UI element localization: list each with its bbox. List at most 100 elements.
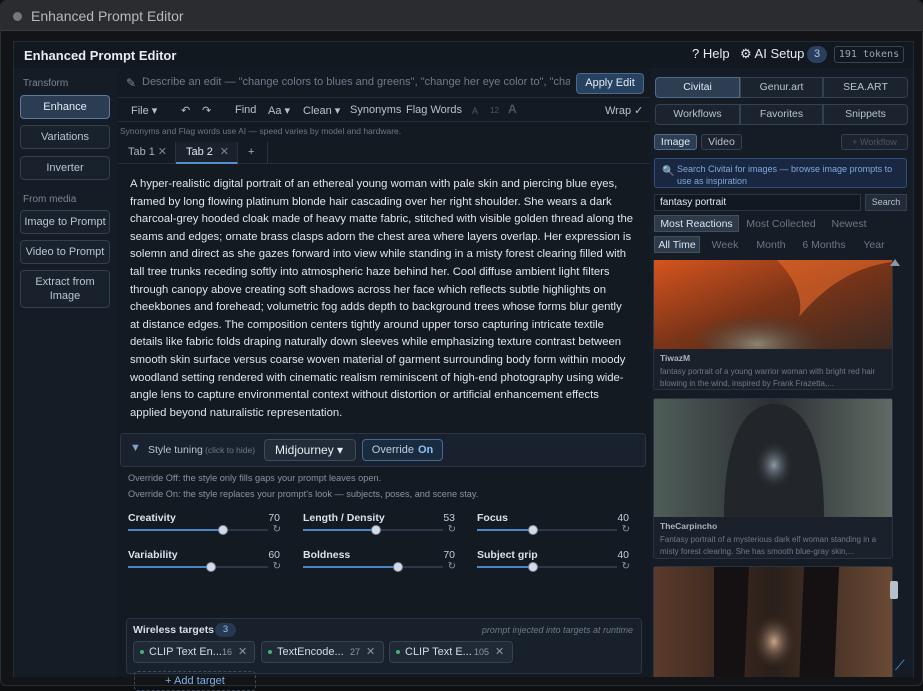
period-week[interactable]: Week — [705, 236, 745, 253]
slider-value: 40 — [617, 549, 629, 561]
period-year[interactable]: Year — [855, 236, 893, 253]
image-card[interactable] — [653, 566, 893, 677]
enhance-button[interactable]: Enhance — [20, 95, 110, 119]
extract-from-image-button[interactable]: Extract from Image — [20, 270, 110, 308]
portrait-thumbnail[interactable] — [654, 399, 892, 517]
override-toggle[interactable]: Override On — [362, 439, 443, 461]
search-hint-banner: 🔍 Search Civitai for images — browse ima… — [654, 158, 907, 188]
slider-length-density[interactable]: Length / Density 53 ↻ — [303, 512, 465, 550]
slider-track[interactable] — [477, 562, 617, 572]
portrait-thumbnail[interactable] — [654, 260, 892, 349]
reset-icon[interactable]: ↻ — [273, 524, 281, 535]
source-tab-genur[interactable]: Genur.art — [740, 77, 823, 98]
add-target-button[interactable]: + Add target — [134, 671, 256, 691]
video-to-prompt-button[interactable]: Video to Prompt — [20, 240, 110, 264]
card-author[interactable]: TiwazM — [660, 353, 690, 363]
scroll-up-icon[interactable] — [890, 259, 900, 266]
reset-icon[interactable]: ↻ — [273, 561, 281, 572]
close-icon[interactable]: ✕ — [495, 642, 504, 662]
edit-command-input[interactable]: Describe an edit — "change colors to blu… — [142, 76, 570, 90]
slider-knob[interactable] — [528, 525, 538, 535]
slider-track[interactable] — [303, 525, 443, 535]
slider-fill — [128, 529, 224, 531]
reset-icon[interactable]: ↻ — [448, 561, 456, 572]
redo-icon[interactable]: ↷ — [202, 104, 211, 117]
reset-icon[interactable]: ↻ — [622, 524, 630, 535]
search-button[interactable]: Search — [865, 194, 907, 211]
view-tab-workflows[interactable]: Workflows — [655, 104, 740, 125]
file-menu[interactable]: File ▾ — [131, 104, 157, 117]
font-menu[interactable]: Aa ▾ — [268, 104, 290, 117]
slider-knob[interactable] — [393, 562, 404, 572]
apply-edit-button[interactable]: Apply Edit — [576, 73, 644, 94]
image-to-prompt-button[interactable]: Image to Prompt — [20, 210, 110, 234]
token-counter: 191 tokens — [834, 46, 904, 63]
slider-knob[interactable] — [528, 562, 538, 572]
help-button[interactable]: ? Help — [692, 46, 730, 61]
close-icon[interactable]: ✕ — [158, 142, 167, 163]
style-select[interactable]: Midjourney ▾ — [264, 439, 356, 461]
slider-knob[interactable] — [218, 525, 229, 535]
view-tab-snippets[interactable]: Snippets — [823, 104, 908, 125]
slider-knob[interactable] — [370, 525, 381, 535]
font-larger-button[interactable]: A — [508, 102, 517, 116]
font-smaller-button[interactable]: A — [472, 106, 478, 116]
slider-knob[interactable] — [205, 562, 216, 572]
portrait-thumbnail[interactable] — [654, 567, 892, 677]
clean-menu[interactable]: Clean ▾ — [303, 104, 340, 117]
inverter-button[interactable]: Inverter — [20, 156, 110, 180]
media-tab-video[interactable]: Video — [701, 134, 742, 150]
flag-words-button[interactable]: Flag Words — [406, 104, 462, 116]
image-card[interactable]: TheCarpincho Fantasy portrait of a myste… — [653, 398, 893, 559]
slider-variability[interactable]: Variability 60 ↻ — [128, 549, 290, 587]
search-input[interactable]: fantasy portrait — [654, 194, 861, 211]
source-tab-seaart[interactable]: SEA.ART — [823, 77, 908, 98]
undo-icon[interactable]: ↶ — [181, 104, 190, 117]
slider-focus[interactable]: Focus 40 ↻ — [477, 512, 639, 550]
find-button[interactable]: Find — [235, 104, 256, 116]
media-tab-image[interactable]: Image — [654, 134, 697, 150]
slider-subject-grip[interactable]: Subject grip 40 ↻ — [477, 549, 639, 587]
add-tab-button[interactable]: + — [238, 142, 268, 164]
prompt-text-area[interactable]: A hyper-realistic digital portrait of an… — [130, 176, 634, 422]
sort-newest[interactable]: Newest — [823, 215, 875, 232]
view-tab-favorites[interactable]: Favorites — [740, 104, 823, 125]
target-chip[interactable]: CLIP Text E... 105 ✕ — [389, 641, 513, 663]
period-all-time[interactable]: All Time — [654, 236, 700, 253]
tab-1[interactable]: Tab 1 ✕ — [118, 142, 176, 164]
card-author[interactable]: TheCarpincho — [660, 521, 717, 531]
add-workflow-button[interactable]: + Workflow — [841, 134, 908, 150]
slider-track[interactable] — [477, 525, 617, 535]
sort-most-collected[interactable]: Most Collected — [743, 215, 819, 232]
slider-track[interactable] — [128, 562, 268, 572]
close-icon[interactable]: ✕ — [366, 642, 375, 662]
feed-scrollbar[interactable] — [889, 259, 900, 659]
collapse-triangle-icon[interactable]: ▼ — [130, 442, 141, 454]
wrap-toggle[interactable]: Wrap ✓ — [605, 104, 643, 117]
slider-track[interactable] — [128, 525, 268, 535]
reset-icon[interactable]: ↻ — [448, 524, 456, 535]
slider-fill — [477, 566, 533, 568]
period-6-months[interactable]: 6 Months — [797, 236, 851, 253]
close-icon[interactable]: ✕ — [220, 142, 229, 163]
period-month[interactable]: Month — [749, 236, 793, 253]
reset-icon[interactable]: ↻ — [622, 561, 630, 572]
style-tuning-bar[interactable]: ▼ Style tuning (click to hide) Midjourne… — [120, 433, 646, 467]
image-card[interactable]: TiwazM fantasy portrait of a young warri… — [653, 260, 893, 390]
tab-2[interactable]: Tab 2 ✕ — [176, 142, 238, 164]
source-tab-civitai[interactable]: Civitai — [655, 77, 740, 98]
close-icon[interactable]: ✕ — [238, 642, 247, 662]
sort-most-reactions[interactable]: Most Reactions — [654, 215, 739, 232]
target-chip[interactable]: TextEncode... 27 ✕ — [261, 641, 384, 663]
slider-track[interactable] — [303, 562, 443, 572]
slider-boldness[interactable]: Boldness 70 ↻ — [303, 549, 465, 587]
slider-creativity[interactable]: Creativity 70 ↻ — [128, 512, 290, 550]
resize-handle-icon[interactable]: ⟋ — [895, 657, 913, 675]
scroll-thumb[interactable] — [890, 581, 898, 599]
ai-setup-button[interactable]: ⚙ AI Setup — [740, 46, 804, 62]
extract-label-line1: Extract from — [35, 276, 95, 288]
target-chip[interactable]: CLIP Text En... 16 ✕ — [133, 641, 255, 663]
window-dot-icon[interactable] — [13, 12, 22, 21]
synonyms-button[interactable]: Synonyms — [350, 104, 401, 116]
variations-button[interactable]: Variations — [20, 125, 110, 149]
